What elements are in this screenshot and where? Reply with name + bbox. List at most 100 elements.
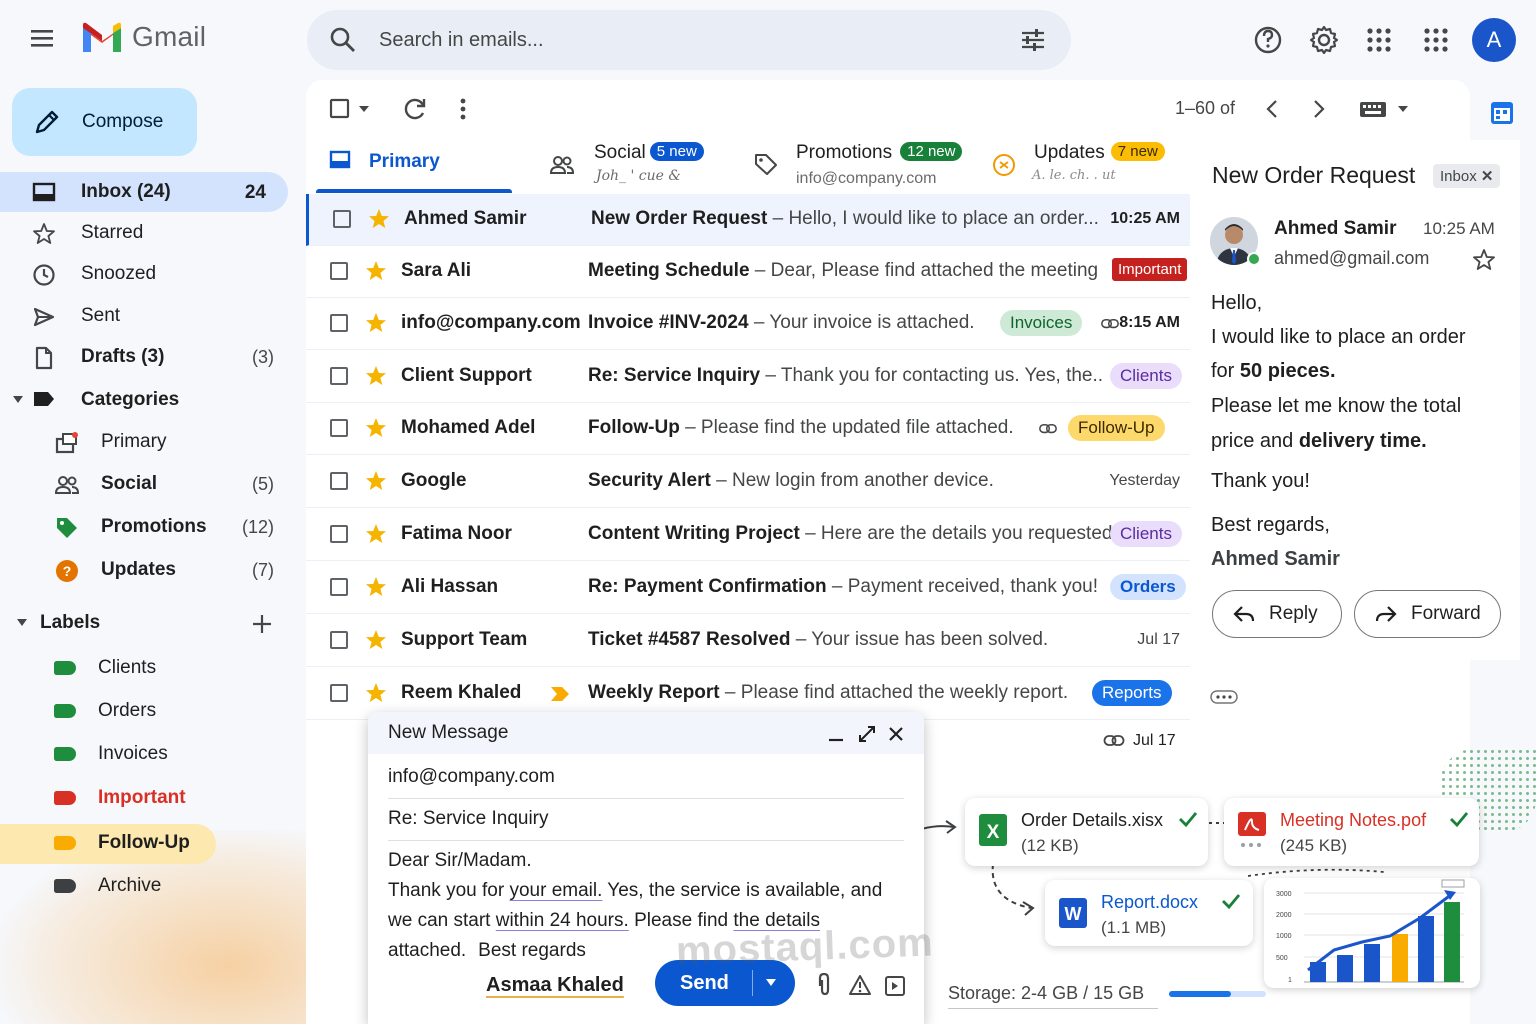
sidebar-label-important[interactable]: Important [0,778,288,818]
email-row[interactable]: Support Team Ticket #4587 Resolved – Your… [306,615,1190,667]
row-checkbox[interactable] [330,419,348,437]
settings-gear-icon[interactable] [1308,20,1340,60]
email-row[interactable]: Sara Ali Meeting Schedule – Dear, Please … [306,246,1190,298]
sidebar-item-snoozed[interactable]: Snoozed [0,254,288,294]
collapse-caret-icon[interactable] [16,618,28,628]
row-label-chip[interactable]: Orders [1110,574,1186,600]
compose-to-field[interactable]: info@company.com [388,766,904,799]
refresh-icon[interactable] [402,96,428,122]
sidebar-item-inbox[interactable]: Inbox (24) 24 [0,172,288,212]
compose-header[interactable]: New Message [368,712,924,754]
star-filled-icon[interactable] [364,522,388,546]
attachment-pdf[interactable]: Meeting Notes.pof (245 KB) [1224,798,1479,866]
help-icon[interactable] [1253,20,1283,60]
sidebar-item-social[interactable]: Social (5) [0,464,288,504]
account-avatar[interactable]: A [1472,18,1516,62]
row-checkbox[interactable] [330,262,348,280]
insert-drive-icon[interactable] [884,975,906,997]
compose-button[interactable]: Compose [12,88,197,156]
email-row[interactable]: Ahmed Samir New Order Request – Hello, I … [306,194,1190,246]
row-checkbox[interactable] [330,314,348,332]
select-all-checkbox[interactable] [329,96,373,122]
sidebar-item-promotions[interactable]: Promotions (12) [0,507,288,547]
email-row[interactable]: Fatima Noor Content Writing Project – Her… [306,509,1190,561]
calendar-icon[interactable] [1489,100,1515,126]
attach-file-icon[interactable] [814,972,836,998]
row-checkbox[interactable] [330,367,348,385]
reading-body-line: Best regards, [1211,514,1330,536]
close-icon[interactable] [886,724,906,744]
sidebar-label-clients[interactable]: Clients [0,648,288,688]
sidebar-label-archive[interactable]: Archive [0,866,288,906]
star-filled-icon[interactable] [367,207,391,231]
row-checkbox[interactable] [330,525,348,543]
email-row[interactable]: Mohamed Adel Follow-Up – Please find the … [306,403,1190,455]
row-subject: Security Alert [588,470,711,491]
collapse-caret-icon[interactable] [12,395,24,405]
star-filled-icon[interactable] [364,681,388,705]
more-options-icon[interactable] [455,96,471,122]
star-filled-icon[interactable] [364,311,388,335]
apps-grid-icon[interactable] [1366,20,1392,60]
sidebar-label-invoices[interactable]: Invoices [0,734,288,774]
row-sender: Sara Ali [401,260,472,281]
compose-subject-field[interactable]: Re: Service Inquiry [388,808,904,841]
reply-button[interactable]: Reply [1212,590,1342,638]
google-apps-icon[interactable] [1423,20,1449,60]
row-label-chip[interactable]: Clients [1110,363,1182,389]
main-menu-button[interactable] [28,26,58,52]
star-filled-icon[interactable] [364,416,388,440]
add-label-plus-icon[interactable] [251,613,273,635]
star-filled-icon[interactable] [364,575,388,599]
expand-icon[interactable] [857,724,877,744]
attachment-xlsx[interactable]: X Order Details.xisx (12 KB) [965,798,1208,866]
sidebar-item-sent[interactable]: Sent [0,296,288,336]
star-filled-icon[interactable] [364,628,388,652]
sidebar-item-updates[interactable]: ? Updates (7) [0,550,288,590]
star-filled-icon[interactable] [364,469,388,493]
email-row[interactable]: info@company.com Invoice #INV-2024 – Your… [306,298,1190,350]
row-checkbox[interactable] [330,684,348,702]
attachment-docx[interactable]: W Report.docx (1.1 MB) [1045,880,1253,946]
search-input[interactable]: Search in emails... [379,29,544,52]
email-row[interactable]: Ali Hassan Re: Payment Confirmation – Pay… [306,562,1190,614]
confidential-mode-icon[interactable] [848,974,872,996]
sidebar-item-primary[interactable]: Primary [0,422,288,462]
search-bar[interactable]: Search in emails... [307,10,1071,70]
row-label-chip[interactable]: Invoices [1000,310,1083,336]
email-row[interactable]: Client Support Re: Service Inquiry – Than… [306,351,1190,403]
chip-close-icon[interactable]: ✕ [1481,168,1494,185]
forward-button[interactable]: Forward [1354,590,1501,638]
row-checkbox[interactable] [330,472,348,490]
importance-marker-icon[interactable] [549,684,571,704]
chevron-right-icon[interactable] [1310,96,1328,122]
sidebar-item-categories[interactable]: Categories [0,380,288,420]
chevron-left-icon[interactable] [1263,96,1281,122]
search-icon[interactable] [329,26,357,54]
inbox-chip-label: Inbox [1440,168,1477,185]
star-filled-icon[interactable] [364,259,388,283]
schedule-send-dropdown-icon[interactable] [765,978,777,988]
show-trimmed-content-icon[interactable] [1210,689,1238,705]
row-checkbox[interactable] [333,210,351,228]
search-options-icon[interactable] [1019,26,1047,54]
keyboard-icon[interactable] [1358,96,1414,122]
minimize-icon[interactable] [826,724,846,744]
row-sender: Ahmed Samir [404,208,527,229]
sidebar-item-starred[interactable]: Starred [0,213,288,253]
sidebar-item-drafts[interactable]: Drafts (3) (3) [0,337,288,377]
row-label-chip[interactable]: Reports [1092,680,1172,706]
row-checkbox[interactable] [330,578,348,596]
sidebar-label-follow-up[interactable]: Follow-Up [0,823,288,863]
row-label-chip[interactable]: Follow-Up [1068,415,1165,441]
sidebar-label-orders[interactable]: Orders [0,691,288,731]
star-filled-icon[interactable] [364,364,388,388]
star-outline-icon[interactable] [1472,248,1496,272]
gmail-logo[interactable]: Gmail [80,20,206,54]
row-label-chip[interactable]: Important [1112,258,1188,281]
row-label-chip[interactable]: Clients [1110,521,1182,547]
email-row[interactable]: Google Security Alert – New login from an… [306,456,1190,508]
inbox-chip[interactable]: Inbox ✕ [1433,164,1501,188]
row-checkbox[interactable] [330,631,348,649]
labels-heading[interactable]: Labels [0,603,288,643]
